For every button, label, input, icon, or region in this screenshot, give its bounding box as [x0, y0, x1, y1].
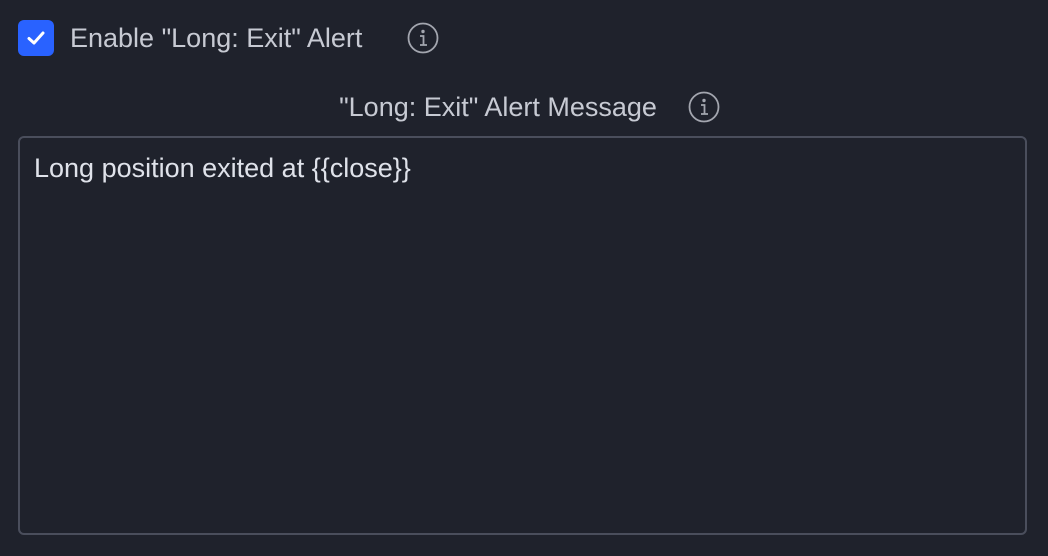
enable-alert-checkbox[interactable] [18, 20, 54, 56]
alert-message-label: "Long: Exit" Alert Message [339, 92, 657, 122]
info-icon[interactable] [407, 22, 439, 54]
alert-message-textarea[interactable]: Long position exited at {{close}} [18, 136, 1027, 535]
info-icon[interactable] [688, 91, 720, 123]
enable-alert-label: Enable "Long: Exit" Alert [70, 23, 363, 53]
checkmark-icon [27, 31, 45, 45]
